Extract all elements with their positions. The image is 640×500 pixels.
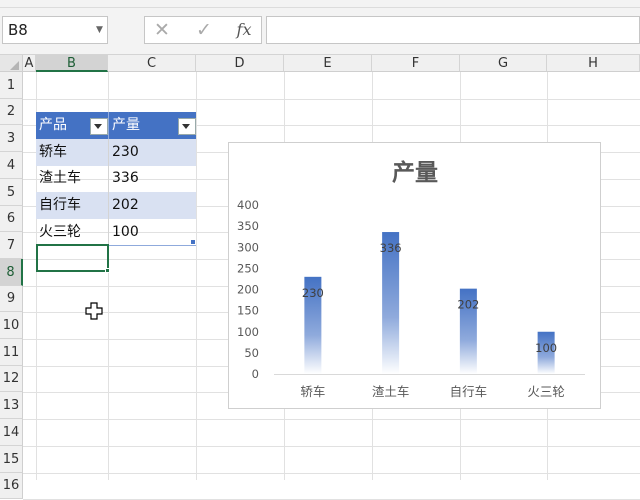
row-header-10[interactable]: 10 bbox=[0, 312, 23, 339]
name-box[interactable]: B8 bbox=[2, 16, 108, 44]
row-header-8[interactable]: 8 bbox=[0, 259, 23, 286]
name-box-dropdown-icon[interactable]: ▼ bbox=[96, 25, 103, 35]
column-header-b[interactable]: B bbox=[36, 55, 108, 72]
table-cell-product[interactable]: 轿车 bbox=[36, 139, 108, 166]
fill-handle[interactable] bbox=[105, 268, 110, 273]
formula-input[interactable] bbox=[266, 16, 640, 44]
y-tick-label: 150 bbox=[237, 304, 259, 318]
x-tick-label: 轿车 bbox=[300, 384, 325, 399]
row-header-16[interactable]: 16 bbox=[0, 473, 23, 499]
x-tick-label: 自行车 bbox=[450, 384, 488, 399]
y-tick-label: 200 bbox=[237, 283, 259, 297]
row-header-2[interactable]: 2 bbox=[0, 99, 23, 125]
filter-dropdown-icon[interactable] bbox=[178, 118, 196, 135]
chart-canvas: 产量 0 50 100 150 200 250 300 350 400 230 轿车 336 渣土车 20… bbox=[237, 159, 585, 399]
table-resize-handle[interactable] bbox=[191, 240, 195, 244]
table-cell-product[interactable]: 渣土车 bbox=[36, 165, 108, 192]
row-header-1[interactable]: 1 bbox=[0, 72, 23, 99]
column-header-g[interactable]: G bbox=[460, 55, 547, 72]
table-cell-output[interactable]: 100 bbox=[108, 219, 196, 246]
table-cell-product[interactable]: 火三轮 bbox=[36, 219, 108, 246]
insert-function-icon[interactable]: fx bbox=[229, 18, 259, 42]
row-header-13[interactable]: 13 bbox=[0, 392, 23, 419]
column-header-a[interactable]: A bbox=[23, 55, 36, 72]
row-header-6[interactable]: 6 bbox=[0, 206, 23, 232]
row-gridline bbox=[23, 419, 640, 420]
data-label: 202 bbox=[457, 298, 479, 312]
row-gridline bbox=[23, 446, 640, 447]
active-cell-b8[interactable] bbox=[36, 244, 109, 272]
row-header-4[interactable]: 4 bbox=[0, 152, 23, 179]
row-header-11[interactable]: 11 bbox=[0, 339, 23, 366]
y-tick-label: 250 bbox=[237, 261, 259, 275]
column-header-c[interactable]: C bbox=[108, 55, 196, 72]
row-header-12[interactable]: 12 bbox=[0, 366, 23, 392]
chart-title: 产量 bbox=[392, 159, 438, 186]
y-tick-label: 400 bbox=[237, 198, 259, 212]
table-cell-product[interactable]: 自行车 bbox=[36, 192, 108, 219]
data-label: 100 bbox=[535, 341, 557, 355]
row-header-3[interactable]: 3 bbox=[0, 125, 23, 152]
row-gridline bbox=[23, 99, 640, 100]
y-tick-label: 300 bbox=[237, 240, 259, 254]
table-cell-output[interactable]: 336 bbox=[108, 165, 196, 192]
column-header-e[interactable]: E bbox=[284, 55, 372, 72]
filter-dropdown-icon[interactable] bbox=[90, 118, 108, 135]
data-label: 230 bbox=[302, 286, 324, 300]
column-header-f[interactable]: F bbox=[372, 55, 460, 72]
table-header-output[interactable]: 产量 bbox=[108, 112, 196, 139]
row-gridline bbox=[23, 473, 640, 474]
row-header-14[interactable]: 14 bbox=[0, 419, 23, 446]
row-header-9[interactable]: 9 bbox=[0, 286, 23, 312]
y-tick-label: 100 bbox=[237, 325, 259, 339]
column-header-d[interactable]: D bbox=[196, 55, 284, 72]
table-cell-output[interactable]: 202 bbox=[108, 192, 196, 219]
y-tick-label: 350 bbox=[237, 219, 259, 233]
formula-buttons: ✕ ✓ fx bbox=[144, 16, 262, 44]
y-tick-label: 50 bbox=[244, 346, 259, 360]
select-all-triangle-icon bbox=[10, 61, 19, 70]
y-tick-label: 0 bbox=[252, 367, 259, 381]
cross-cursor-icon bbox=[85, 302, 103, 320]
table-header-product[interactable]: 产品 bbox=[36, 112, 108, 139]
ribbon-strip bbox=[0, 0, 640, 8]
row-header-7[interactable]: 7 bbox=[0, 232, 23, 259]
column-header-h[interactable]: H bbox=[547, 55, 640, 72]
x-tick-label: 火三轮 bbox=[527, 384, 565, 399]
row-header-5[interactable]: 5 bbox=[0, 179, 23, 206]
data-label: 336 bbox=[380, 241, 402, 255]
x-tick-label: 渣土车 bbox=[372, 384, 410, 399]
cancel-icon[interactable]: ✕ bbox=[147, 18, 177, 42]
bar-chart[interactable]: 产量 0 50 100 150 200 250 300 350 400 230 轿车 336 渣土车 20… bbox=[228, 142, 601, 409]
enter-icon[interactable]: ✓ bbox=[189, 18, 219, 42]
table-cell-output[interactable]: 230 bbox=[108, 139, 196, 166]
row-header-15[interactable]: 15 bbox=[0, 446, 23, 473]
